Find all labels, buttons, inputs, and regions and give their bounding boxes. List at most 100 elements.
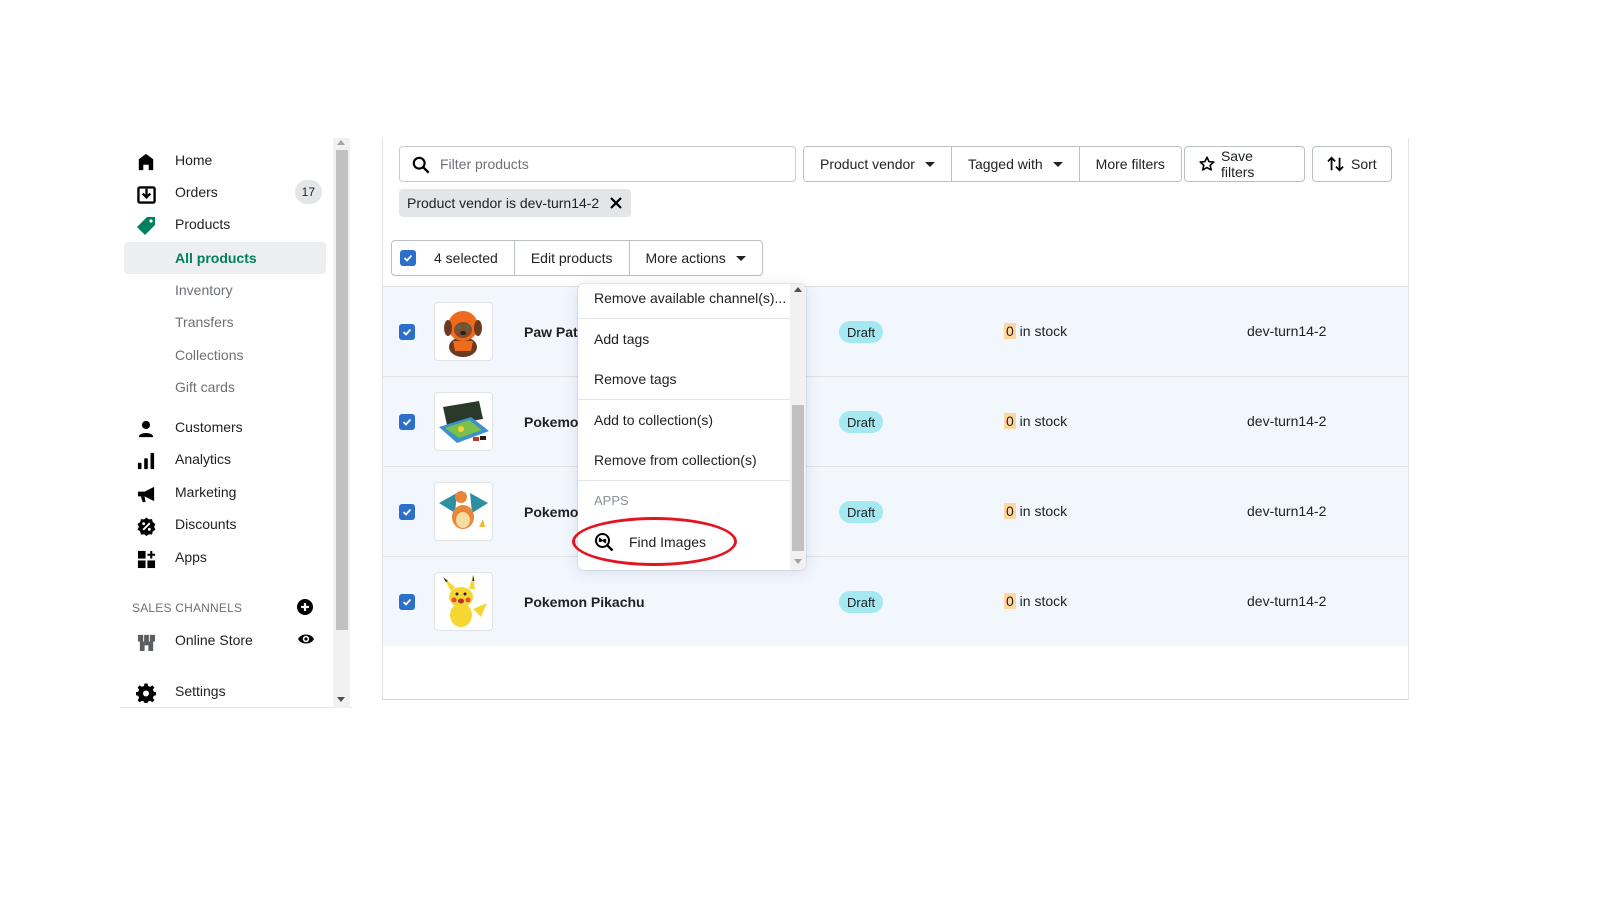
applied-filter-tag: Product vendor is dev-turn14-2: [399, 189, 632, 217]
sidebar-item-orders[interactable]: Orders 17: [124, 176, 326, 208]
sidebar-scrollbar-thumb[interactable]: [336, 150, 348, 630]
add-sales-channel-icon[interactable]: [297, 599, 313, 615]
checkmark-icon: [402, 328, 412, 336]
product-thumbnail[interactable]: [434, 482, 493, 541]
sidebar-item-home[interactable]: Home: [124, 144, 326, 176]
sidebar-item-label: Apps: [175, 549, 207, 565]
stock-quantity: 0: [1004, 413, 1016, 429]
more-filters-label: More filters: [1095, 156, 1165, 172]
status-badge: Draft: [839, 591, 884, 613]
menu-item-remove-channels[interactable]: Remove available channel(s)...: [578, 284, 790, 318]
edit-products-button[interactable]: Edit products: [515, 241, 630, 275]
menu-item-label: Remove from collection(s): [594, 452, 757, 468]
save-filters-button[interactable]: Save filters: [1184, 146, 1305, 182]
sidebar-item-gift-cards[interactable]: Gift cards: [124, 371, 326, 403]
filter-products-search[interactable]: [399, 146, 796, 182]
row-checkbox[interactable]: [399, 414, 415, 430]
checkmark-icon: [402, 598, 412, 606]
product-row[interactable]: Paw Patrol Draft 0 in stock dev-turn14-2: [383, 286, 1408, 376]
sidebar-scrollbar[interactable]: [333, 138, 350, 708]
scroll-up-arrow-icon[interactable]: [794, 287, 802, 292]
stock-label: in stock: [1015, 323, 1068, 339]
product-vendor-filter-button[interactable]: Product vendor: [804, 147, 952, 181]
gear-icon: [136, 683, 156, 703]
menu-item-label: Remove available channel(s)...: [594, 290, 787, 306]
select-all-checkbox[interactable]: [400, 250, 416, 266]
product-name[interactable]: Pokemon Pikachu: [524, 594, 645, 610]
product-row[interactable]: Pokemon Pikachu Draft 0 in stock dev-tur…: [383, 556, 1408, 646]
paw-patrol-plush-image: [444, 311, 482, 357]
sidebar-item-online-store[interactable]: Online Store: [124, 624, 326, 656]
scroll-down-arrow-icon[interactable]: [794, 559, 802, 564]
sidebar-item-products[interactable]: Products: [124, 208, 326, 240]
sidebar-item-settings[interactable]: Settings: [124, 675, 326, 707]
product-row[interactable]: Pokemon Draft 0 in stock dev-turn14-2: [383, 466, 1408, 556]
product-row[interactable]: Pokemon Draft 0 in stock dev-turn14-2: [383, 376, 1408, 466]
tagged-with-filter-button[interactable]: Tagged with: [951, 147, 1080, 181]
sidebar-item-apps[interactable]: Apps: [124, 541, 326, 573]
applied-filter-label: Product vendor is dev-turn14-2: [407, 195, 600, 211]
star-icon: [1199, 156, 1215, 171]
more-actions-button[interactable]: More actions: [630, 241, 762, 275]
sidebar-item-inventory[interactable]: Inventory: [124, 274, 326, 306]
product-vendor-label: Product vendor: [820, 156, 915, 172]
menu-item-add-to-collections[interactable]: Add to collection(s): [578, 400, 790, 440]
search-icon: [412, 156, 430, 174]
sidebar-item-analytics[interactable]: Analytics: [124, 443, 326, 475]
product-vendor: dev-turn14-2: [1247, 593, 1327, 609]
filter-button-group: Product vendor Tagged with More filters: [803, 146, 1182, 182]
save-filters-label: Save filters: [1220, 148, 1255, 180]
menu-item-add-tags[interactable]: Add tags: [578, 319, 790, 359]
menu-scrollbar[interactable]: [790, 284, 806, 570]
product-thumbnail[interactable]: [434, 572, 493, 631]
select-all-toggle[interactable]: 4 selected: [392, 241, 515, 275]
sales-channels-heading: SALES CHANNELS: [132, 601, 243, 615]
row-checkbox[interactable]: [399, 504, 415, 520]
stock-quantity: 0: [1004, 593, 1016, 609]
menu-item-remove-from-collections[interactable]: Remove from collection(s): [578, 440, 790, 480]
scroll-down-arrow-icon[interactable]: [337, 697, 345, 702]
sidebar-item-collections[interactable]: Collections: [124, 339, 326, 371]
menu-item-remove-tags[interactable]: Remove tags: [578, 359, 790, 399]
apps-icon: [136, 549, 156, 569]
person-icon: [136, 419, 156, 439]
checkmark-icon: [403, 254, 413, 262]
sidebar-item-marketing[interactable]: Marketing: [124, 476, 326, 508]
product-thumbnail[interactable]: [434, 302, 493, 361]
menu-scrollbar-thumb[interactable]: [792, 405, 804, 551]
sidebar-item-discounts[interactable]: Discounts: [124, 508, 326, 540]
menu-divider: [578, 480, 790, 481]
sidebar-item-label: Orders: [175, 184, 218, 200]
filter-products-input[interactable]: [440, 153, 780, 175]
product-vendor: dev-turn14-2: [1247, 413, 1327, 429]
sort-button[interactable]: Sort: [1312, 146, 1392, 182]
orders-icon: [136, 184, 156, 204]
home-icon: [136, 152, 156, 172]
sort-label: Sort: [1351, 156, 1377, 172]
sidebar: Home Orders 17 Products All products Inv…: [120, 138, 352, 708]
sidebar-item-label: Transfers: [175, 314, 234, 330]
product-vendor: dev-turn14-2: [1247, 323, 1327, 339]
sidebar-item-customers[interactable]: Customers: [124, 411, 326, 443]
menu-item-find-images[interactable]: Find Images: [578, 522, 790, 562]
stock-quantity: 0: [1004, 323, 1016, 339]
eye-icon[interactable]: [297, 632, 315, 646]
bulk-actions-bar: 4 selected Edit products More actions: [391, 240, 763, 276]
sidebar-item-transfers[interactable]: Transfers: [124, 306, 326, 338]
bar-chart-icon: [136, 451, 156, 471]
menu-item-label: Add tags: [594, 331, 650, 347]
remove-filter-close-icon[interactable]: [609, 196, 623, 210]
product-thumbnail[interactable]: [434, 392, 493, 451]
sidebar-item-all-products[interactable]: All products: [124, 242, 326, 274]
row-checkbox[interactable]: [399, 594, 415, 610]
sidebar-item-label: Analytics: [175, 451, 232, 467]
edit-products-label: Edit products: [530, 250, 613, 266]
scroll-up-arrow-icon[interactable]: [337, 140, 345, 145]
inventory-status: 0 in stock: [1004, 323, 1067, 339]
sidebar-item-label: Marketing: [175, 484, 237, 500]
sidebar-item-label: Discounts: [175, 516, 237, 532]
more-filters-button[interactable]: More filters: [1079, 147, 1181, 181]
orders-count-badge: 17: [294, 180, 322, 204]
pokemon-board-game-image: [439, 401, 489, 443]
row-checkbox[interactable]: [399, 324, 415, 340]
